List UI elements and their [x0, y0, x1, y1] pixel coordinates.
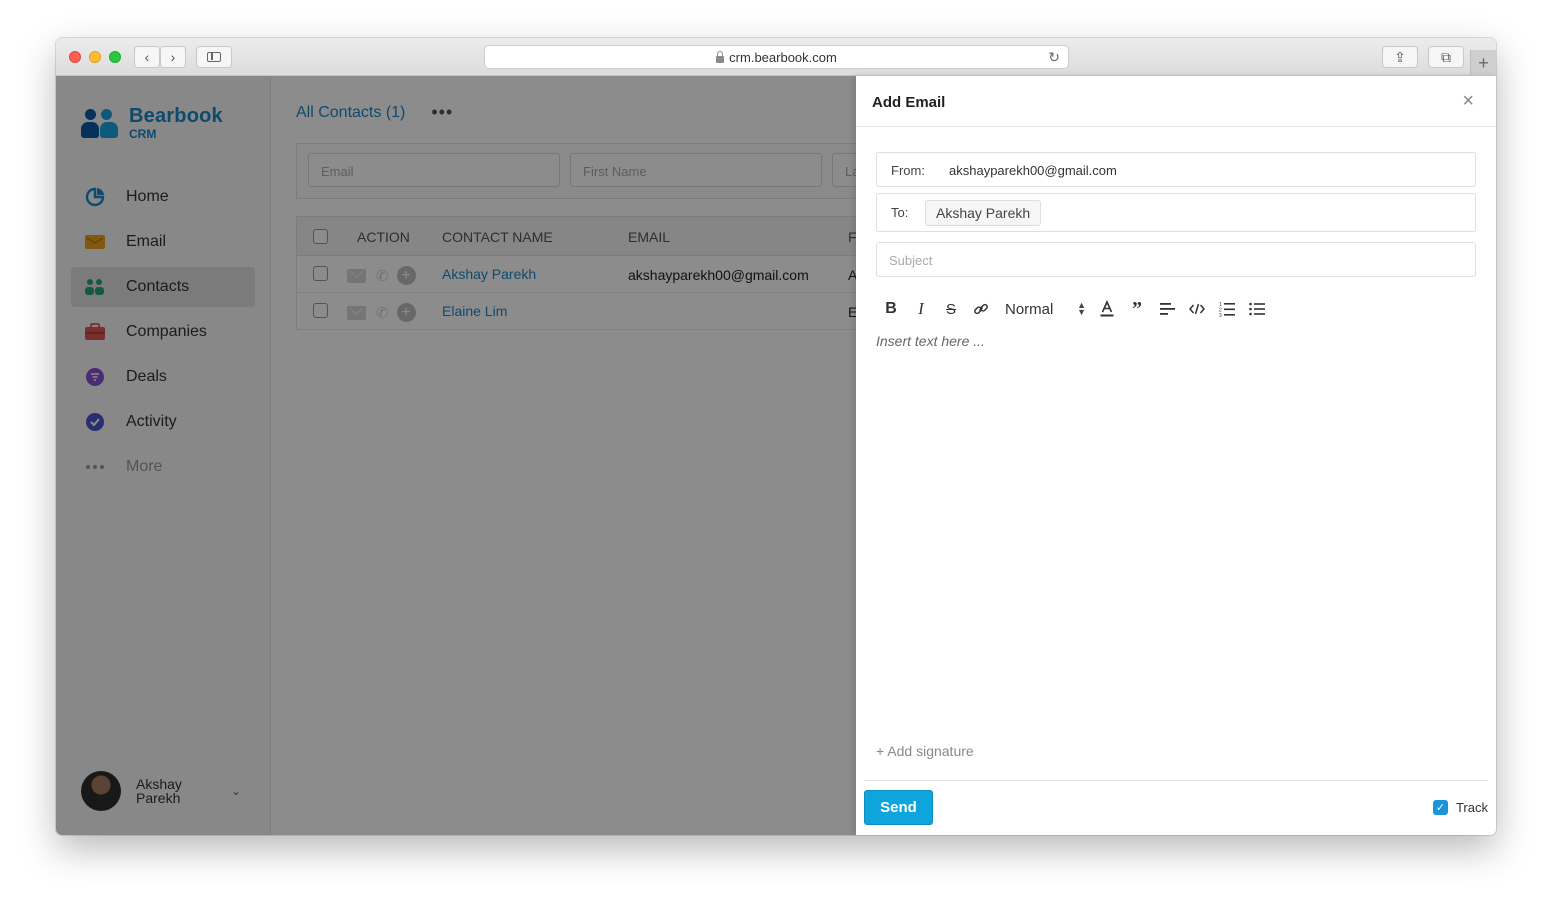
code-icon[interactable] — [1182, 298, 1212, 320]
chevron-left-icon: ‹ — [144, 49, 150, 65]
blockquote-icon[interactable]: ” — [1122, 298, 1152, 320]
to-field[interactable]: To: Akshay Parekh — [876, 193, 1476, 232]
drawer-header: Add Email × — [856, 76, 1496, 127]
forward-button[interactable]: › — [160, 46, 186, 68]
bold-button[interactable]: B — [876, 298, 906, 320]
svg-text:3: 3 — [1219, 313, 1222, 317]
lock-icon — [716, 50, 725, 63]
chevron-right-icon: › — [170, 49, 176, 65]
send-button[interactable]: Send — [864, 790, 933, 825]
tabs-icon: ⧉ — [1441, 48, 1451, 65]
drawer-footer: Send ✓ Track — [864, 780, 1488, 835]
subject-input[interactable]: Subject — [876, 242, 1476, 277]
close-window-button[interactable] — [69, 51, 81, 63]
editor-toolbar: B I S Normal ▲ ▼ ” 1 2 3 — [876, 298, 1272, 320]
from-label: From: — [891, 163, 925, 178]
back-button[interactable]: ‹ — [134, 46, 160, 68]
browser-window: ‹ › crm.bearbook.com ↻ ⇪ ⧉ + Bearbook CR… — [56, 38, 1496, 835]
url-text: crm.bearbook.com — [729, 49, 837, 65]
text-size-value: Normal — [1005, 300, 1054, 318]
sidebar-icon — [207, 52, 221, 62]
add-signature-link[interactable]: + Add signature — [876, 743, 974, 759]
tabs-overview-button[interactable]: ⧉ — [1428, 46, 1464, 68]
from-field[interactable]: From: akshayparekh00@gmail.com — [876, 152, 1476, 187]
align-left-icon[interactable] — [1152, 298, 1182, 320]
to-label: To: — [891, 205, 909, 220]
reload-icon[interactable]: ↻ — [1048, 49, 1060, 66]
new-tab-button[interactable]: + — [1470, 50, 1496, 76]
from-value: akshayparekh00@gmail.com — [949, 163, 1117, 178]
track-label: Track — [1455, 800, 1488, 815]
recipient-chip[interactable]: Akshay Parekh — [925, 200, 1042, 226]
share-button[interactable]: ⇪ — [1382, 46, 1418, 68]
drawer-title: Add Email — [872, 94, 946, 111]
track-toggle[interactable]: ✓ Track — [1432, 800, 1488, 815]
bullet-list-icon[interactable] — [1242, 298, 1272, 320]
add-email-drawer: Add Email × From: akshayparekh00@gmail.c… — [856, 76, 1496, 835]
address-bar[interactable]: crm.bearbook.com ↻ — [484, 45, 1069, 69]
fullscreen-window-button[interactable] — [109, 51, 121, 63]
strikethrough-button[interactable]: S — [936, 298, 966, 320]
share-icon: ⇪ — [1394, 48, 1406, 65]
ordered-list-icon[interactable]: 123 — [1212, 298, 1242, 320]
crm-app: Bearbook CRM Home Email Contacts Compani… — [56, 76, 1496, 835]
select-arrows-icon: ▲ ▼ — [1077, 300, 1086, 317]
text-size-select[interactable]: Normal ▲ ▼ — [996, 298, 1092, 320]
link-icon[interactable] — [966, 298, 996, 320]
text-color-icon[interactable] — [1092, 298, 1122, 320]
close-icon[interactable]: × — [1462, 90, 1474, 113]
browser-toolbar: ‹ › crm.bearbook.com ↻ ⇪ ⧉ + — [56, 38, 1496, 76]
modal-backdrop[interactable] — [56, 76, 856, 835]
italic-button[interactable]: I — [906, 298, 936, 320]
email-body-editor[interactable]: Insert text here ... — [876, 333, 985, 349]
minimize-window-button[interactable] — [89, 51, 101, 63]
track-checkbox[interactable]: ✓ — [1432, 800, 1448, 815]
sidebar-toggle-button[interactable] — [196, 46, 232, 68]
plus-icon: + — [1478, 52, 1489, 73]
